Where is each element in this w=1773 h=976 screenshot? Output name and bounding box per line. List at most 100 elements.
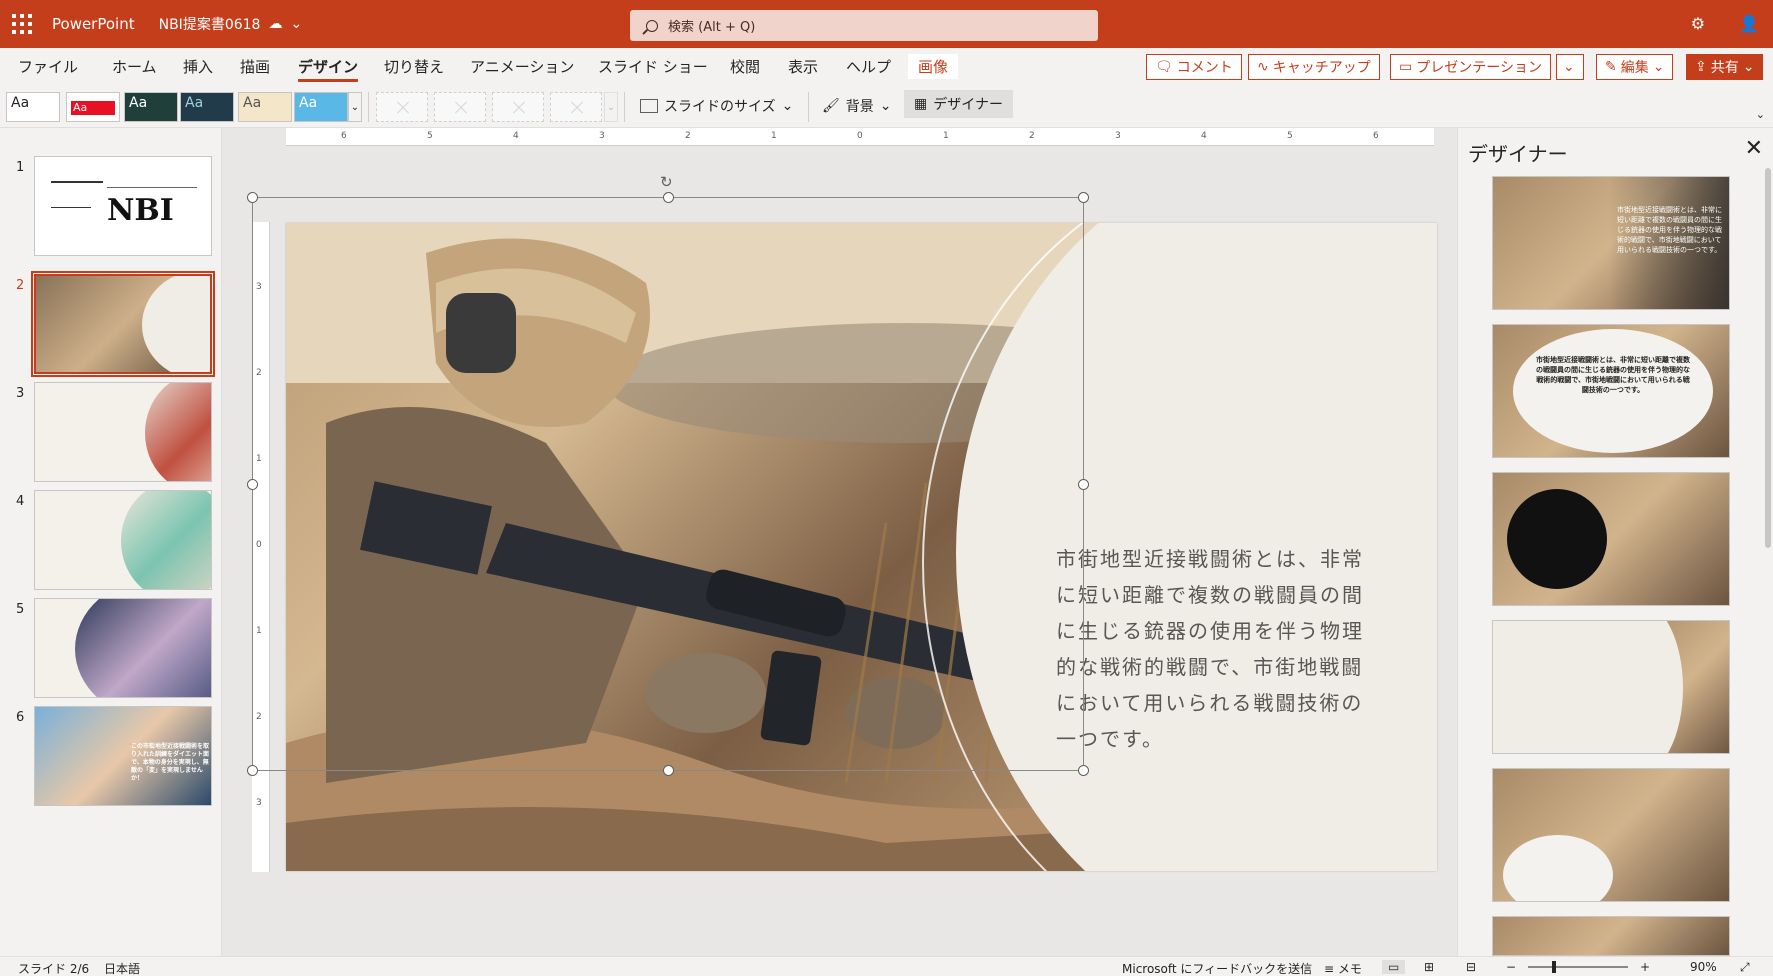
share-button[interactable]: ⇪ 共有 ⌄ (1686, 54, 1764, 80)
slide-thumbnail-4[interactable] (34, 490, 212, 590)
resize-handle[interactable] (1078, 765, 1089, 776)
zoom-slider[interactable] (1528, 966, 1628, 968)
design-text: 市街地型近接戦闘術とは、非常に短い距離で複数の戦闘員の間に生じる銃器の使用を伴う… (1617, 206, 1722, 254)
resize-handle[interactable] (247, 192, 258, 203)
design-idea-2[interactable]: 市街地型近接戦闘術とは、非常に短い距離で複数の戦闘員の間に生じる銃器の使用を伴う… (1492, 324, 1730, 458)
title-bar: PowerPoint NBI提案書0618 ☁ ⌄ 検索 (Alt + Q) ⚙… (0, 0, 1773, 48)
settings-gear-icon[interactable]: ⚙ (1691, 14, 1705, 33)
ruler-tick: 1 (256, 626, 262, 636)
tab-help[interactable]: ヘルプ (846, 54, 891, 79)
ruler-tick: 5 (1287, 131, 1293, 141)
ruler-tick: 4 (513, 131, 519, 141)
resize-handle[interactable] (1078, 479, 1089, 490)
design-idea-4[interactable] (1492, 620, 1730, 754)
design-circle-shape (1507, 489, 1607, 589)
rotate-handle-icon[interactable]: ↻ (660, 173, 673, 191)
comment-button[interactable]: 🗨 コメント (1146, 54, 1242, 80)
slide-thumbnail-6[interactable]: この市街地型近接戦闘術を取り入れた訓練をダイエット面で、本物の身分を実現し、無敵… (34, 706, 212, 806)
ruler-tick: 2 (685, 131, 691, 141)
notes-button[interactable]: ≡ メモ (1324, 960, 1362, 976)
designer-scrollbar[interactable] (1765, 168, 1771, 548)
tab-picture[interactable]: 画像 (908, 54, 959, 79)
document-name[interactable]: NBI提案書0618 ☁ ⌄ (159, 14, 303, 34)
theme-beige[interactable]: Aa (238, 92, 292, 122)
slide-sorter-icon[interactable]: ⊞ (1424, 960, 1434, 974)
design-idea-3[interactable] (1492, 472, 1730, 606)
zoom-out-icon[interactable]: − (1506, 960, 1516, 974)
designer-button[interactable]: ▦ デザイナー (904, 90, 1013, 118)
ruler-tick: 0 (256, 540, 262, 550)
resize-handle[interactable] (663, 192, 674, 203)
catchup-label: キャッチアップ (1272, 60, 1371, 76)
search-icon (646, 19, 658, 32)
design-idea-1[interactable]: 市街地型近接戦闘術とは、非常に短い距離で複数の戦闘員の間に生じる銃器の使用を伴う… (1492, 176, 1730, 310)
slide-thumbnail-3[interactable] (34, 382, 212, 482)
ribbon-collapse-icon[interactable]: ⌄ (1756, 108, 1765, 121)
slide-thumbnail-1[interactable]: NBI (34, 156, 212, 256)
reading-view-icon[interactable]: ⊟ (1466, 960, 1476, 974)
present-dropdown-button[interactable]: ⌄ (1556, 54, 1584, 80)
tab-insert[interactable]: 挿入 (183, 54, 213, 79)
ribbon-divider (624, 92, 625, 122)
tab-file[interactable]: ファイル (18, 54, 78, 79)
tab-design[interactable]: デザイン (298, 54, 359, 82)
slide-body-text[interactable]: 市街地型近接戦闘術とは、非常に短い距離で複数の戦闘員の間に生じる銃器の使用を伴う… (1056, 541, 1376, 757)
tab-draw[interactable]: 描画 (240, 54, 270, 79)
menu-bar: ファイル ホーム 挿入 描画 デザイン 切り替え アニメーション スライド ショ… (0, 48, 1773, 84)
theme-dark-blue[interactable]: Aa (180, 92, 234, 122)
ruler-tick: 1 (256, 454, 262, 464)
slide-thumbnail-2[interactable] (31, 271, 215, 377)
variant-slot (376, 92, 428, 122)
ruler-tick: 3 (1115, 131, 1121, 141)
slide-size-button[interactable]: スライドのサイズ ⌄ (640, 96, 793, 116)
current-slide[interactable]: 市街地型近接戦闘術とは、非常に短い距離で複数の戦闘員の間に生じる銃器の使用を伴う… (286, 223, 1437, 871)
zoom-level[interactable]: 90% (1690, 960, 1717, 974)
app-launcher-icon[interactable] (12, 14, 32, 34)
background-button[interactable]: 🖌 背景 ⌄ (822, 96, 892, 116)
ruler-tick: 6 (1373, 131, 1379, 141)
tab-view[interactable]: 表示 (788, 54, 818, 79)
theme-dark-green[interactable]: Aa (124, 92, 178, 122)
theme-light-blue[interactable]: Aa (294, 92, 348, 122)
design-idea-5[interactable] (1492, 768, 1730, 902)
tab-slideshow[interactable]: スライド ショー (598, 54, 708, 79)
theme-office[interactable]: Aa (6, 92, 60, 122)
search-input[interactable]: 検索 (Alt + Q) (630, 10, 1098, 41)
chevron-down-icon: ⌄ (1742, 59, 1755, 75)
language-indicator[interactable]: 日本語 (104, 960, 140, 976)
zoom-slider-thumb[interactable] (1552, 961, 1556, 973)
designer-pane: デザイナー ✕ 市街地型近接戦闘術とは、非常に短い距離で複数の戦闘員の間に生じる… (1457, 128, 1773, 956)
account-icon[interactable]: 👤 (1739, 14, 1759, 33)
design-idea-6[interactable] (1492, 916, 1730, 956)
slide-number: 1 (16, 160, 25, 175)
ruler-tick: 2 (1029, 131, 1035, 141)
zoom-in-icon[interactable]: + (1640, 960, 1650, 974)
tab-animations[interactable]: アニメーション (470, 54, 574, 79)
slide-number: 5 (16, 602, 25, 617)
resize-handle[interactable] (663, 765, 674, 776)
present-button[interactable]: ▭ プレゼンテーション (1390, 54, 1551, 80)
slide-size-label: スライドのサイズ (664, 99, 776, 115)
slide-thumbnail-5[interactable] (34, 598, 212, 698)
thumb-title: NBI (107, 193, 174, 228)
edit-mode-button[interactable]: ✎ 編集 ⌄ (1596, 54, 1674, 80)
chevron-down-icon[interactable]: ⌄ (290, 16, 302, 32)
design-oval-shape (1503, 835, 1613, 901)
tab-transitions[interactable]: 切り替え (384, 54, 444, 79)
themes-more-icon[interactable]: ⌄ (348, 92, 362, 122)
close-icon[interactable]: ✕ (1745, 136, 1763, 161)
resize-handle[interactable] (247, 479, 258, 490)
tab-home[interactable]: ホーム (112, 54, 157, 79)
designer-title: デザイナー (1468, 142, 1568, 166)
fit-slide-icon[interactable]: ⤢ (1740, 960, 1750, 975)
normal-view-icon[interactable]: ▭ (1382, 960, 1406, 974)
notes-icon: ≡ (1324, 962, 1335, 976)
resize-handle[interactable] (1078, 192, 1089, 203)
app-name[interactable]: PowerPoint (52, 15, 135, 33)
variant-slot (434, 92, 486, 122)
catchup-button[interactable]: ∿ キャッチアップ (1248, 54, 1380, 80)
theme-red[interactable]: Aa (66, 92, 120, 122)
tab-review[interactable]: 校閲 (730, 54, 760, 79)
resize-handle[interactable] (247, 765, 258, 776)
feedback-link[interactable]: Microsoft にフィードバックを送信 (1122, 960, 1312, 976)
